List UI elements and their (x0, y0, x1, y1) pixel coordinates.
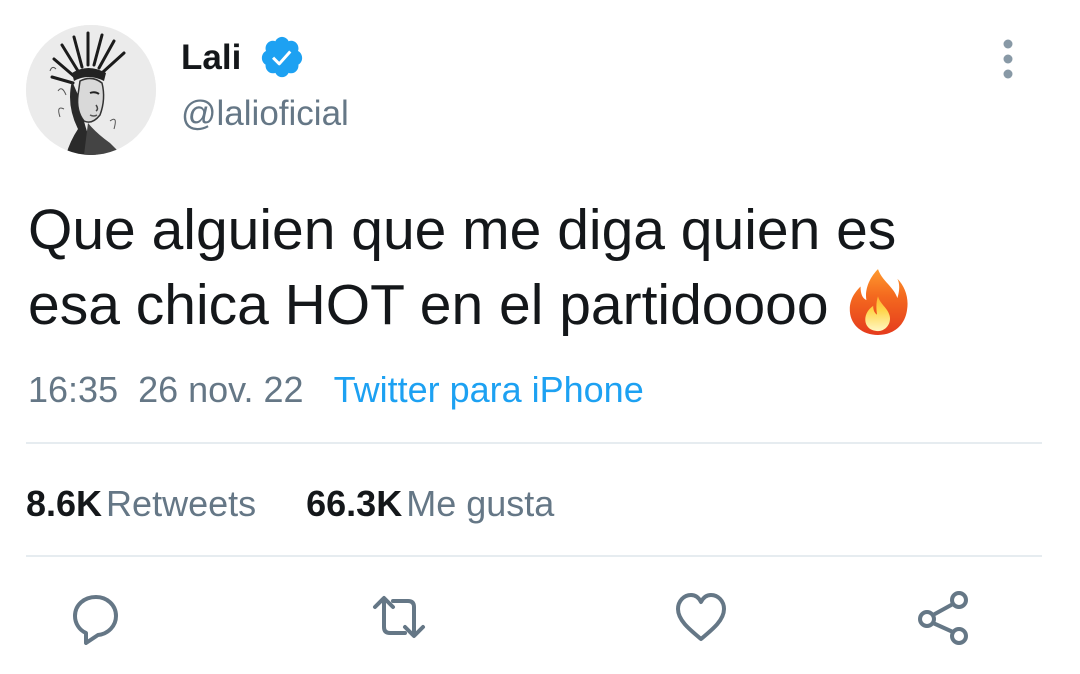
likes-label: Me gusta (406, 483, 555, 524)
more-options-icon[interactable] (990, 34, 1026, 84)
tweet-stats: 8.6K Retweets 66.3K Me gusta (26, 481, 554, 527)
tweet-source-link[interactable]: Twitter para iPhone (334, 369, 644, 410)
share-icon (918, 591, 968, 645)
divider-bottom (26, 555, 1042, 557)
tweet-date: 26 nov. 22 (138, 369, 304, 410)
tweet-text-line1: Que alguien que me diga quien es (28, 198, 897, 262)
likes-stat[interactable]: 66.3K Me gusta (306, 483, 554, 524)
tweet-text-line2: esa chica HOT en el partidoooo (28, 273, 829, 337)
reply-icon (73, 595, 118, 645)
verified-badge-icon (261, 36, 303, 78)
user-handle[interactable]: @lalioficial (181, 92, 349, 136)
retweets-stat[interactable]: 8.6K Retweets (26, 483, 256, 524)
avatar[interactable] (26, 25, 156, 155)
like-button[interactable] (669, 585, 733, 649)
divider-top (26, 442, 1042, 444)
reply-button[interactable] (64, 585, 128, 649)
tweet-text: Que alguien que me diga quien es esa chi… (28, 195, 1038, 341)
tweet-time: 16:35 (28, 369, 119, 410)
retweets-count: 8.6K (26, 483, 103, 524)
retweets-label: Retweets (106, 483, 257, 524)
like-icon (676, 593, 726, 641)
tweet-meta: 16:35 26 nov. 22 Twitter para iPhone (28, 367, 644, 413)
retweet-button[interactable] (367, 585, 431, 649)
retweet-icon (373, 596, 425, 638)
user-name[interactable]: Lali (181, 36, 241, 80)
tweet-card: Lali @lalioficial Que alguien que me dig… (0, 0, 1080, 674)
likes-count: 66.3K (306, 483, 403, 524)
avatar-portrait (26, 25, 156, 155)
fire-icon (849, 269, 908, 335)
share-button[interactable] (911, 585, 975, 649)
